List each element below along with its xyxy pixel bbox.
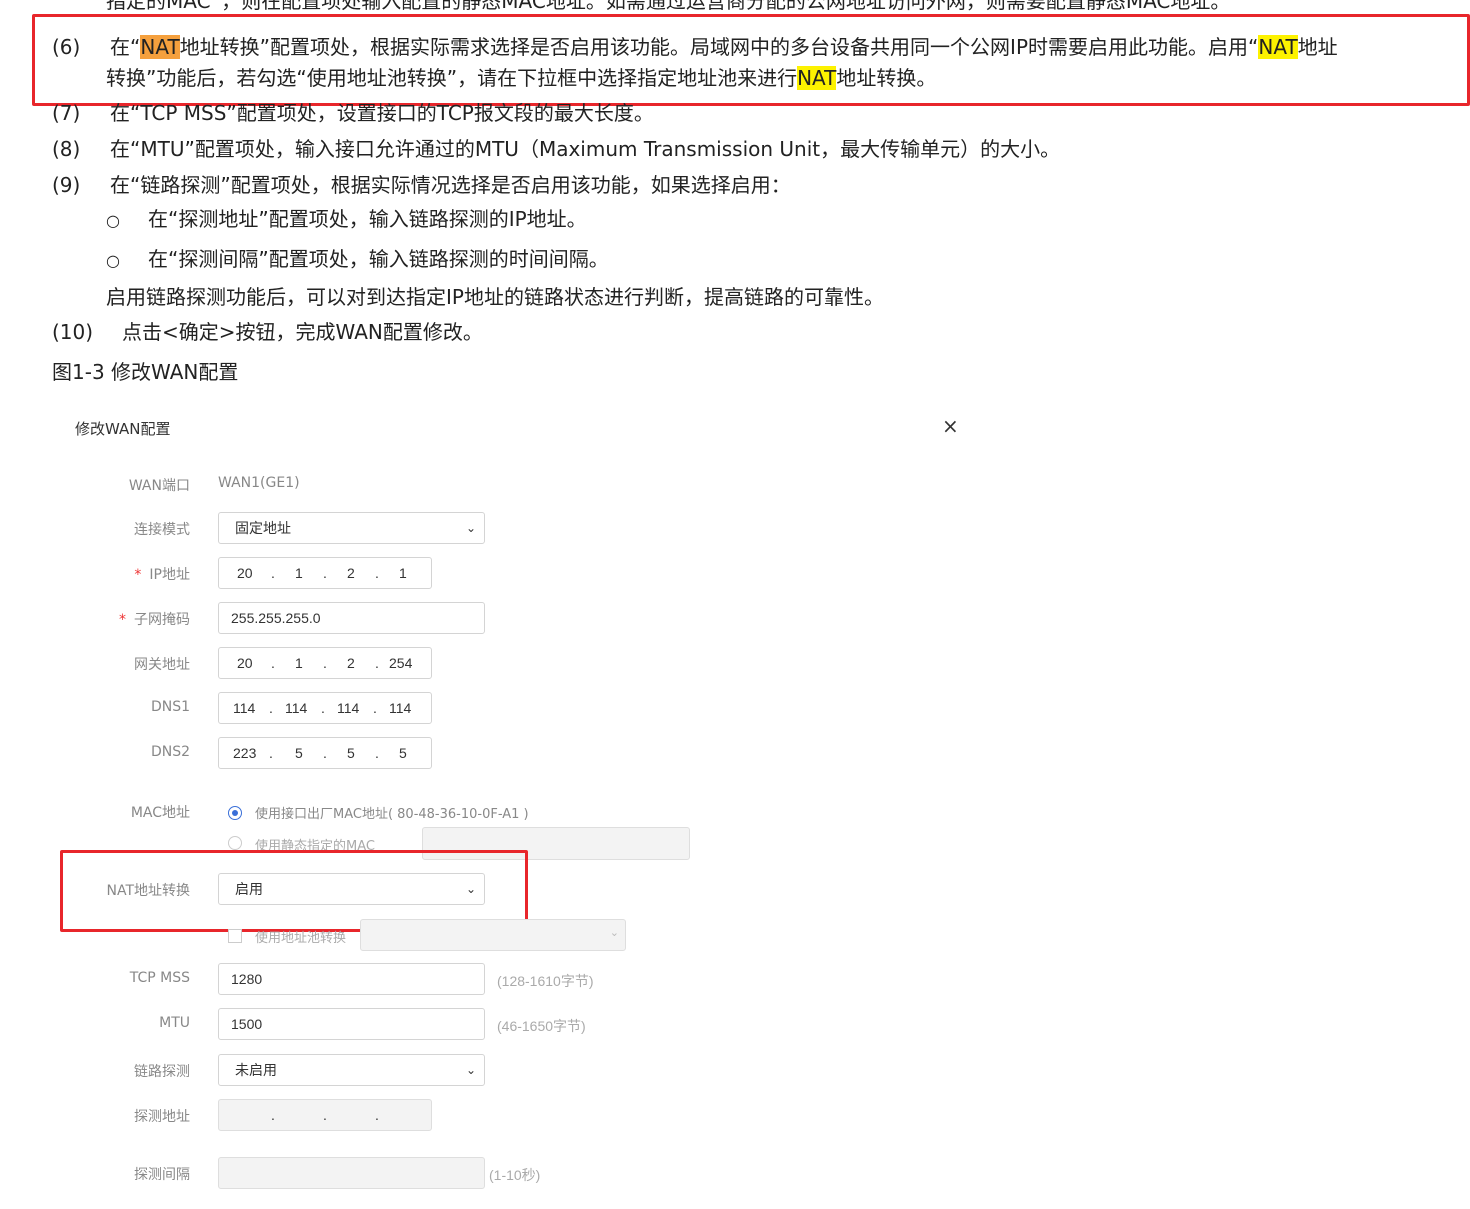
gateway-label: 网关地址 [134,657,190,673]
tcp-mss-hint: (128-1610字节) [497,973,594,989]
close-icon[interactable]: × [942,414,959,438]
conn-mode-label: 连接模式 [134,522,190,538]
probe-interval-hint: (1-10秒) [489,1167,541,1183]
bullet-text: 在“探测地址”配置项处，输入链路探测的IP地址。 [148,207,587,231]
dns1-label: DNS1 [150,699,190,715]
bullet-icon: ○ [106,251,120,270]
step-text: 在“链路探测”配置项处，根据实际情况选择是否启用该功能，如果选择启用： [110,173,791,197]
mtu-input[interactable]: 1500 [218,1008,485,1040]
tcp-mss-label: TCP MSS [129,970,190,986]
mask-label: * 子网掩码 [119,612,190,628]
step-number: (10) [52,320,94,344]
probe-interval-input[interactable] [218,1157,485,1189]
step-note: 启用链路探测功能后，可以对到达指定IP地址的链路状态进行判断，提高链路的可靠性。 [106,285,884,309]
tcp-mss-input[interactable]: 1280 [218,963,485,995]
mac-radio-static[interactable] [228,836,242,850]
dns2-label: DNS2 [150,744,190,760]
mac-option-factory: 使用接口出厂MAC地址( 80-48-36-10-0F-A1 ) [255,807,529,822]
ip-input[interactable]: 20. 1. 2. 1 [218,557,432,589]
probe-interval-label: 探测间隔 [134,1167,190,1183]
step-number: (9) [52,173,81,197]
probe-select[interactable]: 未启用 ⌄ [218,1054,485,1086]
step-number: (7) [52,101,81,125]
step-text: 在“MTU”配置项处，输入接口允许通过的MTU（Maximum Transmis… [110,137,1061,161]
mac-radio-factory[interactable] [228,806,242,820]
ip-label: * IP地址 [134,567,190,583]
highlight-box-step6 [32,14,1470,106]
pool-select[interactable]: ⌄ [360,919,626,951]
pool-checkbox[interactable] [228,929,242,943]
probe-label: 链路探测 [134,1064,190,1080]
mtu-label: MTU [159,1015,190,1031]
wan-port-label: WAN端口 [128,478,190,494]
bullet-icon: ○ [106,211,120,230]
probe-addr-input[interactable]: . . . [218,1099,432,1131]
step-text: 点击<确定>按钮，完成WAN配置修改。 [122,320,483,344]
bullet-text: 在“探测间隔”配置项处，输入链路探测的时间间隔。 [148,247,609,271]
step-number: (8) [52,137,81,161]
chevron-down-icon: ⌄ [465,521,476,535]
dns1-input[interactable]: 114. 114. 114. 114 [218,692,432,724]
mtu-hint: (46-1650字节) [497,1018,586,1034]
gateway-input[interactable]: 20. 1. 2. 254 [218,647,432,679]
chevron-down-icon: ⌄ [609,927,619,939]
step-text: 在“TCP MSS”配置项处，设置接口的TCP报文段的最大长度。 [110,101,654,125]
pool-label: 使用地址池转换 [255,931,347,946]
conn-mode-select[interactable]: 固定地址 ⌄ [218,512,485,544]
wan-port-value: WAN1(GE1) [218,475,300,491]
mask-input[interactable]: 255.255.255.0 [218,602,485,634]
dns2-input[interactable]: 223. 5. 5. 5 [218,737,432,769]
dialog-title: 修改WAN配置 [75,420,171,438]
mac-label: MAC地址 [130,805,190,821]
probe-addr-label: 探测地址 [134,1109,190,1125]
figure-caption: 图1-3 修改WAN配置 [52,360,239,384]
chevron-down-icon: ⌄ [465,1063,476,1077]
